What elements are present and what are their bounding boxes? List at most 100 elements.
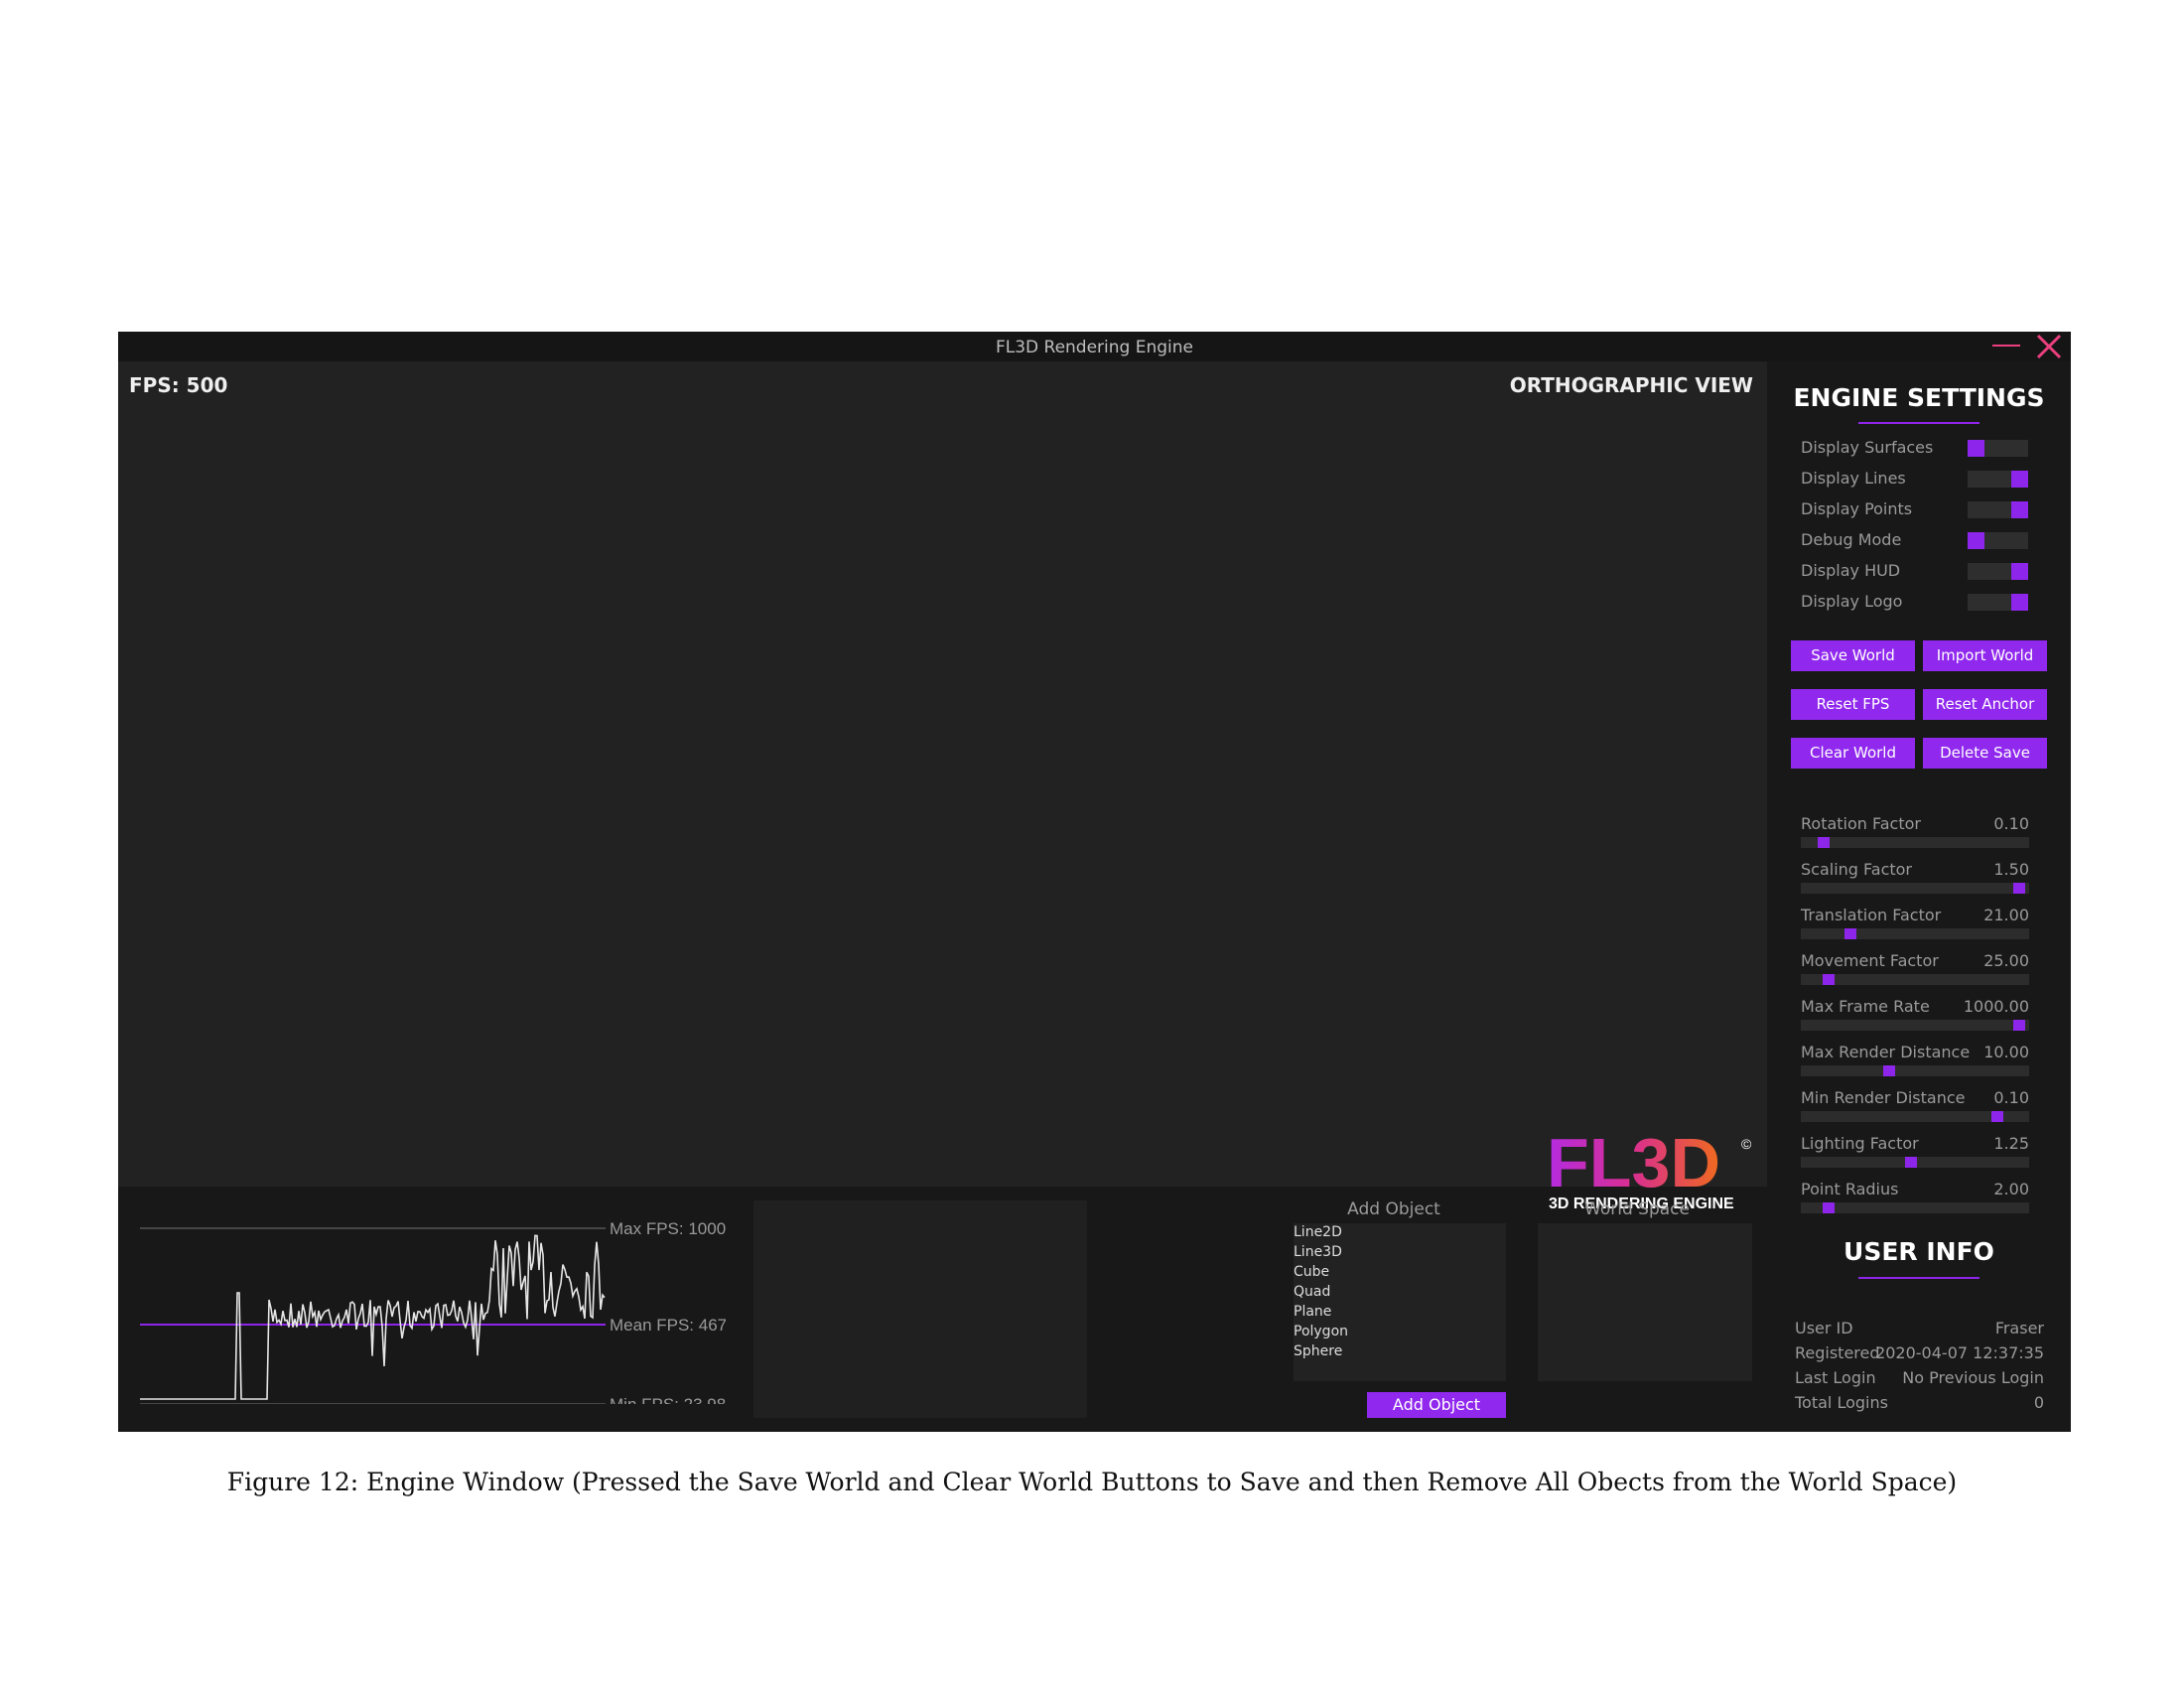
slider-scaling-factor: Scaling Factor 1.50	[1801, 860, 2029, 900]
slider-handle[interactable]	[2013, 883, 2025, 894]
slider-track[interactable]	[1801, 1157, 2029, 1168]
toggle-knob	[2011, 563, 2028, 580]
slider-value: 21.00	[1983, 906, 2029, 924]
list-item[interactable]: Line3D	[1294, 1244, 1342, 1260]
user-info-row: User ID Fraser	[1795, 1319, 2044, 1338]
toggle-knob	[2011, 501, 2028, 518]
user-info-row: Registered 2020-04-07 12:37:35	[1795, 1343, 2044, 1363]
list-item[interactable]: Line2D	[1294, 1224, 1342, 1240]
slider-handle[interactable]	[1905, 1157, 1917, 1168]
fps-graph: Max FPS: 1000.0 Mean FPS: 467.1 Min FPS:…	[140, 1219, 726, 1404]
delete-save-button[interactable]: Delete Save	[1923, 738, 2047, 769]
list-item[interactable]: Plane	[1294, 1304, 1331, 1320]
slider-label: Movement Factor	[1801, 951, 1939, 970]
user-info-title: USER INFO	[1843, 1237, 1994, 1266]
user-info-key: Registered	[1795, 1343, 1880, 1362]
slider-point-radius: Point Radius 2.00	[1801, 1180, 2029, 1219]
slider-track[interactable]	[1801, 837, 2029, 848]
user-info-key: User ID	[1795, 1319, 1853, 1337]
import-world-button[interactable]: Import World	[1923, 640, 2047, 671]
list-item[interactable]: Quad	[1294, 1284, 1330, 1300]
user-info-key: Total Logins	[1795, 1393, 1888, 1412]
render-viewport[interactable]: FPS: 500 ORTHOGRAPHIC VIEW FL3D © 3D REN…	[118, 361, 1767, 1212]
window-title: FL3D Rendering Engine	[995, 338, 1194, 357]
slider-max-render-distance: Max Render Distance 10.00	[1801, 1043, 2029, 1082]
toggle-knob	[2011, 594, 2028, 611]
slider-handle[interactable]	[2013, 1020, 2025, 1031]
slider-track[interactable]	[1801, 1065, 2029, 1076]
slider-handle[interactable]	[1844, 928, 1856, 939]
toggle-display-hud[interactable]: Display HUD	[1801, 561, 2044, 581]
toggle-label: Display Lines	[1801, 469, 1906, 488]
world-space-list[interactable]	[1538, 1223, 1752, 1381]
toggle-switch[interactable]	[1968, 440, 2028, 457]
list-item[interactable]: Sphere	[1294, 1343, 1342, 1359]
toggle-display-points[interactable]: Display Points	[1801, 499, 2044, 519]
toggle-switch[interactable]	[1968, 532, 2028, 549]
clear-world-button[interactable]: Clear World	[1791, 738, 1915, 769]
title-bar: FL3D Rendering Engine	[118, 332, 2071, 361]
fps-trace	[140, 1234, 606, 1400]
slider-handle[interactable]	[1883, 1065, 1895, 1076]
slider-handle[interactable]	[1823, 1202, 1835, 1213]
close-icon[interactable]	[2036, 333, 2062, 360]
toggle-switch[interactable]	[1968, 471, 2028, 488]
toggle-knob	[2011, 471, 2028, 488]
slider-label: Scaling Factor	[1801, 860, 1913, 879]
user-info-value: 2020-04-07 12:37:35	[1875, 1343, 2044, 1362]
toggle-label: Display Logo	[1801, 592, 1903, 611]
slider-track[interactable]	[1801, 883, 2029, 894]
fps-counter: FPS: 500	[129, 373, 228, 397]
slider-min-render-distance: Min Render Distance 0.10	[1801, 1088, 2029, 1128]
slider-track[interactable]	[1801, 974, 2029, 985]
reset-anchor-button[interactable]: Reset Anchor	[1923, 689, 2047, 720]
object-list[interactable]: Line2D Line3D Cube Quad Plane Polygon Sp…	[1294, 1223, 1506, 1381]
toggle-switch[interactable]	[1968, 594, 2028, 611]
svg-text:©: ©	[1741, 1136, 1752, 1152]
engine-settings-title: ENGINE SETTINGS	[1793, 383, 2045, 412]
slider-translation-factor: Translation Factor 21.00	[1801, 906, 2029, 945]
toggle-display-logo[interactable]: Display Logo	[1801, 592, 2044, 612]
toggle-display-lines[interactable]: Display Lines	[1801, 469, 2044, 489]
slider-label: Min Render Distance	[1801, 1088, 1966, 1107]
preview-panel	[753, 1200, 1087, 1418]
list-item[interactable]: Cube	[1294, 1264, 1329, 1280]
slider-label: Max Render Distance	[1801, 1043, 1971, 1061]
title-underline	[1858, 1277, 1979, 1279]
minimize-button[interactable]	[1992, 345, 2020, 347]
reset-fps-button[interactable]: Reset FPS	[1791, 689, 1915, 720]
add-object-button[interactable]: Add Object	[1367, 1392, 1506, 1418]
world-space-header: World Space	[1584, 1199, 1690, 1219]
slider-label: Translation Factor	[1801, 906, 1942, 924]
slider-value: 1000.00	[1963, 997, 2029, 1016]
slider-value: 25.00	[1983, 951, 2029, 970]
slider-handle[interactable]	[1818, 837, 1830, 848]
slider-value: 2.00	[1993, 1180, 2029, 1198]
user-info-row: Last Login No Previous Login	[1795, 1368, 2044, 1388]
user-info-row: Total Logins 0	[1795, 1393, 2044, 1413]
slider-value: 1.50	[1993, 860, 2029, 879]
slider-rotation-factor: Rotation Factor 0.10	[1801, 814, 2029, 854]
toggle-display-surfaces[interactable]: Display Surfaces	[1801, 438, 2044, 458]
title-underline	[1858, 422, 1979, 424]
toggle-label: Debug Mode	[1801, 530, 1902, 549]
slider-handle[interactable]	[1991, 1111, 2003, 1122]
slider-track[interactable]	[1801, 1111, 2029, 1122]
slider-handle[interactable]	[1823, 974, 1835, 985]
save-world-button[interactable]: Save World	[1791, 640, 1915, 671]
view-mode-label: ORTHOGRAPHIC VIEW	[1509, 373, 1753, 397]
slider-label: Max Frame Rate	[1801, 997, 1930, 1016]
engine-window: FL3D Rendering Engine FPS: 500 ORTHOGRAP…	[118, 332, 2071, 1432]
list-item[interactable]: Polygon	[1294, 1324, 1348, 1339]
toggle-knob	[1968, 532, 1984, 549]
toggle-switch[interactable]	[1968, 501, 2028, 518]
slider-label: Point Radius	[1801, 1180, 1899, 1198]
toggle-switch[interactable]	[1968, 563, 2028, 580]
toggle-debug-mode[interactable]: Debug Mode	[1801, 530, 2044, 550]
slider-track[interactable]	[1801, 1202, 2029, 1213]
slider-track[interactable]	[1801, 928, 2029, 939]
toggle-knob	[1968, 440, 1984, 457]
slider-track[interactable]	[1801, 1020, 2029, 1031]
slider-value: 1.25	[1993, 1134, 2029, 1153]
slider-movement-factor: Movement Factor 25.00	[1801, 951, 2029, 991]
